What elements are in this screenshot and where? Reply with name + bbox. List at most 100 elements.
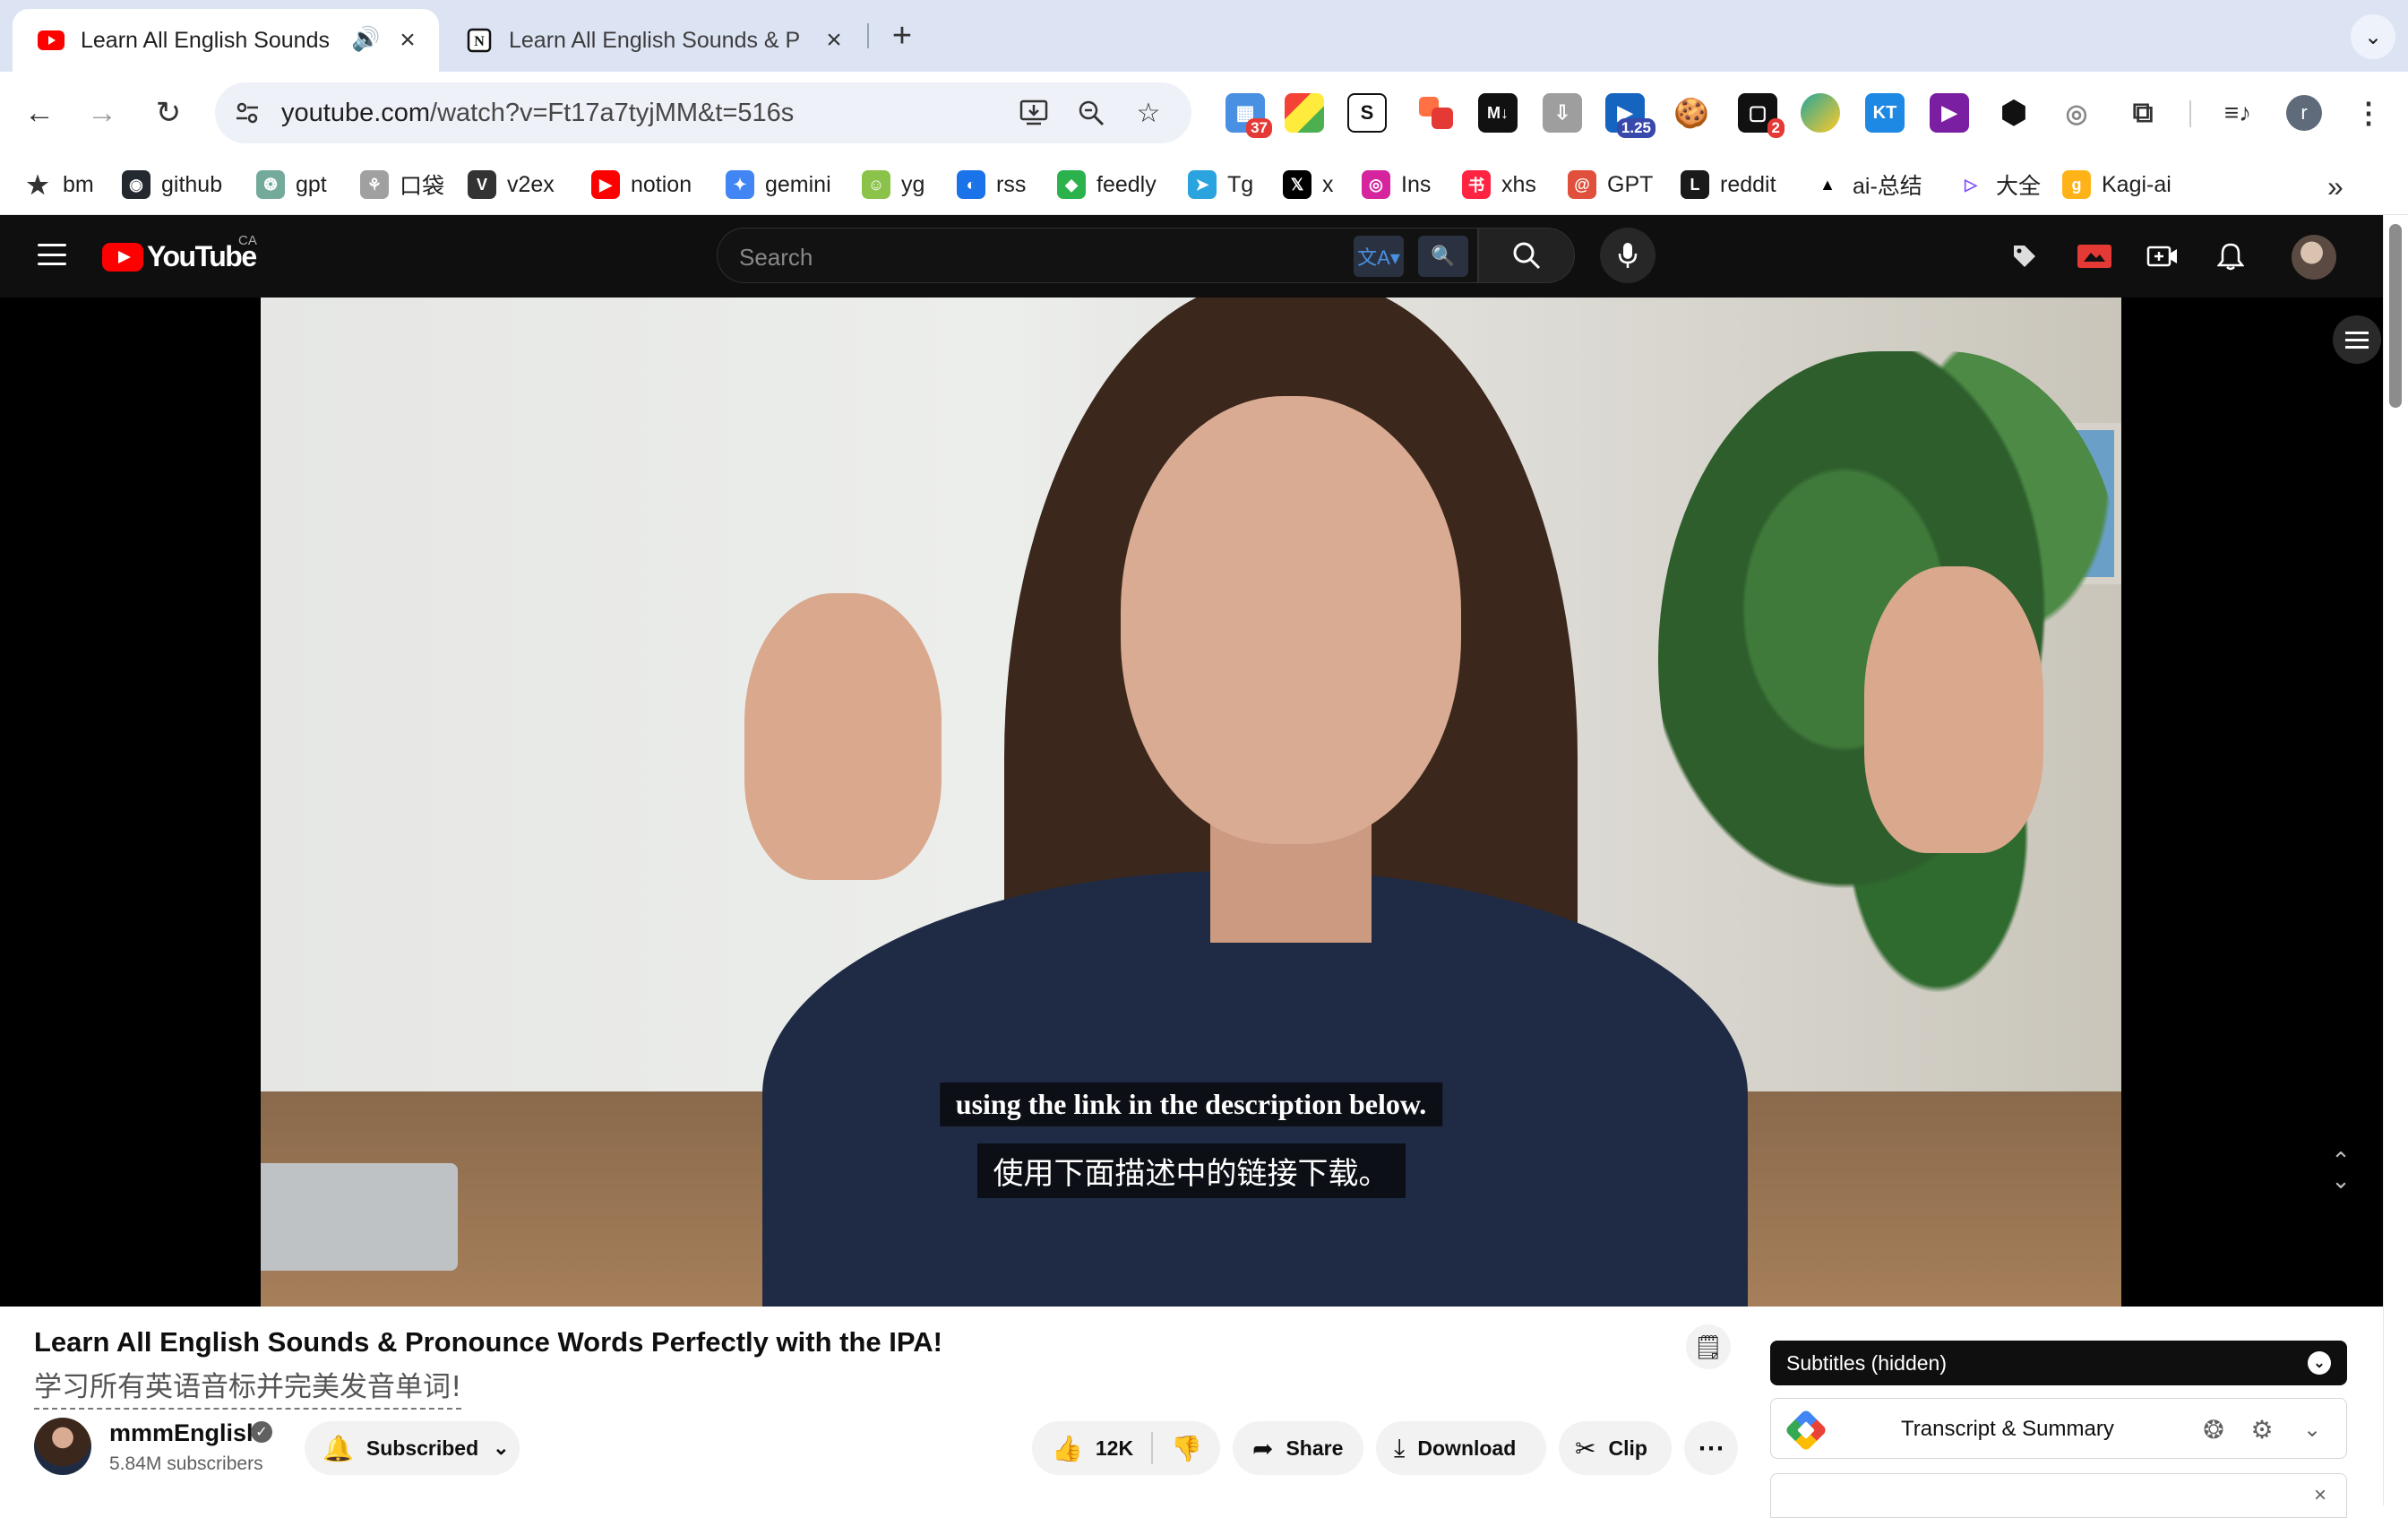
tag-icon[interactable] bbox=[2005, 237, 2044, 276]
clip-button[interactable]: ✂ Clip bbox=[1559, 1421, 1672, 1475]
video-frame[interactable]: using the link in the description below.… bbox=[261, 298, 2121, 1307]
more-menu-icon[interactable]: ⋮ bbox=[2349, 93, 2388, 133]
url-text[interactable]: youtube.com/watch?v=Ft17a7tyjMM&t=516s bbox=[281, 99, 794, 128]
bookmark-rss-8[interactable]: ◐ rss bbox=[957, 167, 1026, 203]
tab-search-button[interactable]: ⌄ bbox=[2351, 14, 2395, 59]
ext-markdown-icon[interactable]: M↓ bbox=[1478, 93, 1518, 133]
voice-search-button[interactable] bbox=[1600, 228, 1656, 283]
tab-close-icon[interactable]: × bbox=[819, 25, 849, 56]
bookmarks-overflow-icon[interactable]: » bbox=[2327, 170, 2344, 203]
search-button[interactable] bbox=[1478, 228, 1575, 283]
ext-colors-icon[interactable] bbox=[1285, 93, 1324, 133]
bookmark-label: xhs bbox=[1501, 171, 1536, 197]
bookmark-openai-2[interactable]: ❂ gpt bbox=[256, 167, 327, 203]
ext-grid-icon[interactable]: ▦ 37 bbox=[1226, 93, 1272, 138]
openai-icon: ❂ bbox=[256, 170, 285, 199]
bookmark-v2ex-4[interactable]: Vv2ex bbox=[468, 167, 555, 203]
zoom-icon[interactable] bbox=[1073, 95, 1109, 131]
translate-icon[interactable]: 文A▾ bbox=[1354, 236, 1404, 277]
ext-play-icon[interactable]: ▶ bbox=[1930, 93, 1969, 133]
video-title: Learn All English Sounds & Pronounce Wor… bbox=[34, 1326, 942, 1358]
tab-title: Learn All English Sounds bbox=[81, 27, 330, 53]
chevron-down-icon[interactable]: ⌄ bbox=[2308, 1351, 2331, 1375]
bookmark-label: Kagi-ai bbox=[2102, 171, 2172, 197]
bookmark-star-0[interactable]: ★ bm bbox=[23, 167, 93, 203]
page-scrollbar[interactable] bbox=[2383, 215, 2408, 1505]
transcript-summary-panel[interactable]: Transcript & Summary ❂ ⚙ ⌄ bbox=[1770, 1398, 2347, 1459]
back-button[interactable]: ← bbox=[18, 91, 61, 134]
extension-video-icon[interactable] bbox=[2075, 237, 2114, 276]
forward-button[interactable]: → bbox=[81, 91, 124, 134]
search-input[interactable]: Search bbox=[739, 244, 813, 272]
ext-chat-icon[interactable]: ▢ 2 bbox=[1738, 93, 1784, 138]
tab-youtube[interactable]: Learn All English Sounds 🔊 × bbox=[13, 9, 439, 72]
ext-eye-icon[interactable]: ◎ bbox=[2057, 93, 2096, 133]
openai-icon[interactable]: ❂ bbox=[2197, 1413, 2230, 1445]
site-settings-icon[interactable] bbox=[231, 97, 263, 129]
hamburger-menu-icon[interactable] bbox=[34, 237, 70, 272]
bookmark-xiaohongshu-13[interactable]: 书 xhs bbox=[1462, 167, 1536, 203]
subscribe-button[interactable]: 🔔 Subscribed ⌄ bbox=[305, 1421, 520, 1475]
bookmark-label: github bbox=[161, 171, 223, 197]
bookmark-triangle-16[interactable]: ▲ ai-总结 bbox=[1813, 167, 1922, 203]
caption-search-icon[interactable]: 🔍 bbox=[1418, 236, 1468, 277]
ext-shield-icon[interactable] bbox=[1801, 93, 1840, 133]
bookmark-telegram-10[interactable]: ➤ Tg bbox=[1188, 167, 1253, 203]
media-controls-icon[interactable]: ≡♪ bbox=[2218, 93, 2258, 133]
download-button[interactable]: ⤓ Download bbox=[1376, 1421, 1546, 1475]
install-app-icon[interactable] bbox=[1016, 95, 1052, 131]
ext-kt-icon[interactable]: KT bbox=[1865, 93, 1905, 133]
gear-icon[interactable]: ⚙ bbox=[2246, 1413, 2278, 1445]
player-side-menu-icon[interactable] bbox=[2333, 315, 2381, 364]
ext-shapes-icon[interactable] bbox=[1417, 93, 1457, 133]
bookmark-star-icon[interactable]: ☆ bbox=[1131, 95, 1166, 131]
bookmark-instagram-12[interactable]: ◎ Ins bbox=[1362, 167, 1431, 203]
bookmark-spiral-14[interactable]: @ GPT bbox=[1568, 167, 1653, 203]
create-video-icon[interactable] bbox=[2143, 237, 2182, 276]
expand-collapse-icon[interactable]: ⌃ ⌄ bbox=[2327, 1149, 2354, 1192]
triangle-icon: ▲ bbox=[1819, 175, 1836, 194]
subtitles-label: Subtitles (hidden) bbox=[1786, 1350, 1947, 1375]
like-count[interactable]: 12K bbox=[1096, 1436, 1133, 1461]
puzzle-icon[interactable]: ⧉ bbox=[2123, 93, 2163, 133]
ext-s-icon[interactable]: S bbox=[1347, 93, 1387, 133]
new-tab-button[interactable]: + bbox=[882, 16, 922, 56]
account-avatar[interactable] bbox=[2292, 235, 2336, 280]
bookmark-x-11[interactable]: 𝕏x bbox=[1283, 167, 1334, 203]
bookmark-youtube-5[interactable]: ▶ notion bbox=[591, 167, 692, 203]
channel-avatar[interactable] bbox=[34, 1418, 91, 1475]
speaker-icon[interactable]: 🔊 bbox=[351, 25, 380, 53]
bookmark-people-7[interactable]: ☺ yg bbox=[862, 167, 924, 203]
thumbs-up-icon[interactable]: 👍 bbox=[1052, 1434, 1083, 1463]
more-actions-button[interactable]: ⋯ bbox=[1684, 1421, 1738, 1475]
scrollbar-thumb[interactable] bbox=[2389, 224, 2402, 408]
subtitles-panel-header[interactable]: Subtitles (hidden) ⌄ bbox=[1770, 1341, 2347, 1385]
address-bar[interactable]: youtube.com/watch?v=Ft17a7tyjMM&t=516s ☆ bbox=[215, 82, 1191, 143]
reload-button[interactable]: ↻ bbox=[147, 91, 190, 134]
video-player[interactable]: using the link in the description below.… bbox=[0, 298, 2383, 1307]
ext-speed-icon[interactable]: ▶ 1.25 bbox=[1605, 93, 1656, 138]
profile-avatar[interactable]: r bbox=[2286, 95, 2322, 131]
notifications-bell-icon[interactable] bbox=[2211, 237, 2250, 276]
bookmark-kagi-18[interactable]: g Kagi-ai bbox=[2062, 167, 2172, 203]
chevron-down-icon: ⌄ bbox=[2363, 24, 2383, 49]
notes-button[interactable]: 🗒 bbox=[1686, 1324, 1731, 1369]
tab-close-icon[interactable]: × bbox=[392, 25, 423, 56]
close-icon[interactable]: × bbox=[2314, 1483, 2326, 1508]
bookmark-reddit-15[interactable]: Lreddit bbox=[1681, 167, 1776, 203]
channel-name[interactable]: mmmEnglish bbox=[109, 1419, 262, 1447]
bookmark-github-1[interactable]: ◉ github bbox=[122, 167, 222, 203]
thumbs-down-icon[interactable]: 👎 bbox=[1171, 1434, 1202, 1463]
search-box[interactable]: Search 文A▾ 🔍 bbox=[717, 228, 1478, 283]
ext-cookie-icon[interactable]: 🍪 bbox=[1672, 93, 1711, 133]
chevron-down-icon[interactable]: ⌄ bbox=[2296, 1413, 2328, 1445]
bookmark-play-outline-17[interactable]: ▷ 大全 bbox=[1956, 167, 2041, 203]
youtube-logo[interactable]: YouTube bbox=[102, 240, 257, 273]
bookmark-gemini-6[interactable]: ✦ gemini bbox=[726, 167, 831, 203]
bookmark-pocket-3[interactable]: ⚘ 口袋 bbox=[360, 167, 444, 203]
share-button[interactable]: ➦ Share bbox=[1233, 1421, 1363, 1475]
bookmark-feedly-9[interactable]: ◆ feedly bbox=[1057, 167, 1157, 203]
ext-download-icon[interactable]: ⇩ bbox=[1543, 93, 1582, 133]
tab-notion[interactable]: N Learn All English Sounds & P × bbox=[441, 9, 855, 72]
ext-cube-icon[interactable]: ⬢ bbox=[1994, 93, 2034, 133]
